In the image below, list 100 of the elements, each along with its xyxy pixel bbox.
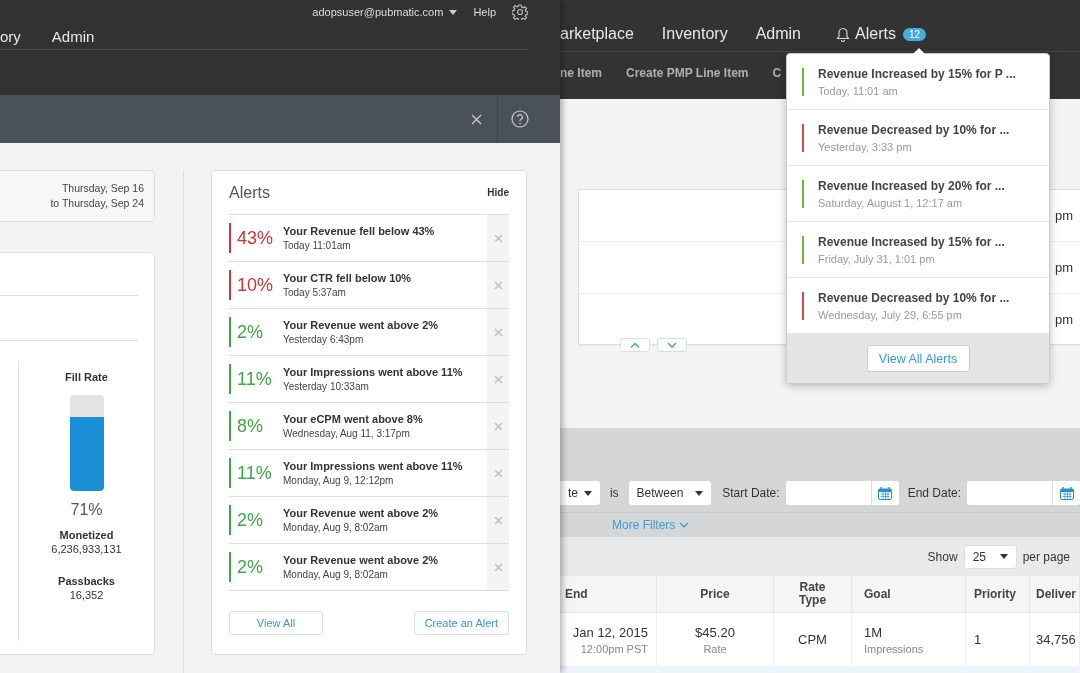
nav-item[interactable]: Inventory [661,25,728,43]
dismiss-button[interactable] [487,497,509,543]
bell-icon [836,26,850,42]
alert-title: Your eCPM went above 8% [283,413,424,425]
alert-percent: 2% [237,556,264,578]
alert-time: Yesterday 10:33am [283,381,370,392]
stat-value: 16,352 [69,589,104,601]
column-header: Price [657,576,774,613]
alert-item[interactable]: Revenue Decreased by 10% for ... Yesterday, 3:33 pm [787,110,1049,166]
calendar-icon [1059,486,1074,500]
nav-item[interactable]: Admin [51,28,95,45]
page-size-select[interactable]: 25 [963,544,1017,569]
nav-item[interactable]: Admin [755,25,801,43]
alert-time: Monday, Aug 9, 8:02am [283,569,389,580]
alert-item[interactable]: Revenue Increased by 20% for ... Saturday, August 1, 12:17 am [787,166,1049,222]
nav-item[interactable]: arketplace [560,25,634,43]
filter-label: Start Date: [722,486,780,500]
dismiss-button[interactable] [487,309,509,355]
alert-percent: 11% [237,462,273,484]
settings-icon[interactable] [512,4,528,20]
dismiss-button[interactable] [487,544,509,590]
card-title: Alerts [229,183,270,202]
dismiss-button[interactable] [487,262,509,308]
alert-item[interactable]: Revenue Increased by 15% for ... Friday, July 31, 1:01 pm [787,222,1049,278]
close-icon [493,468,503,478]
alert-time: Wednesday, July 29, 6:55 pm [818,308,963,321]
close-icon [470,113,482,125]
scroll-up-button[interactable] [620,338,650,352]
help-icon [510,110,529,128]
cell-caption: Impressions [864,642,924,655]
column-header: End [560,576,657,613]
chevron-up-icon [630,342,640,348]
alert-percent: 8% [237,415,264,437]
hide-button[interactable]: Hide [487,187,509,198]
caret-icon [999,554,1008,559]
alert-time: Monday, Aug 9, 12:12pm [283,475,395,486]
calendar-icon [878,486,893,500]
alert-title: Your Revenue went above 2% [283,507,440,519]
alert-time: Yesterday 6:43pm [283,334,365,345]
alert-title: Your Revenue fell below 43% [283,225,436,237]
start-date-field[interactable] [785,481,899,505]
column-header: Goal [852,576,966,613]
stat-label: Monetized [59,529,114,541]
alerts-menu[interactable]: Alerts 12 [836,25,927,43]
operator-select[interactable]: Between [628,481,712,505]
scroll-down-button[interactable] [657,338,687,352]
alert-title: Your Impressions went above 11% [283,366,464,378]
dismiss-button[interactable] [487,356,509,402]
alert-time: Today 5:37am [283,287,347,298]
alert-title: Your Revenue went above 2% [283,554,440,566]
caret-icon [583,490,592,496]
user-menu[interactable]: adopsuser@pubmatic.com [312,6,458,18]
alert-time: Wednesday, Aug 11, 3:17pm [283,428,411,439]
table-cell: Jan 12, 2015 [572,624,648,640]
metric-title: Fill Rate [65,371,108,383]
alert-title: Revenue Increased by 20% for ... [818,178,1005,193]
close-icon [493,327,503,337]
table-cell: 1M [864,624,883,640]
list-time: pm [1054,312,1073,327]
close-icon [493,515,503,525]
column-header: Priority [966,576,1030,613]
subnav-item[interactable]: Create PMP Line Item [626,66,749,80]
dismiss-button[interactable] [487,403,509,449]
column-header: Deliver [1030,576,1080,613]
alert-item[interactable]: Revenue Increased by 15% for P ... Today, 11:01 am [787,54,1049,110]
dismiss-button[interactable] [487,215,509,261]
date-range-end: to Thursday, Sep 24 [50,196,144,211]
alert-time: Today 11:01am [283,240,352,251]
filter-label: End Date: [907,486,961,500]
close-icon [493,562,503,572]
cell-caption: 12:00pm PST [580,642,648,655]
table-cell: 1 [974,632,982,647]
end-date-field[interactable] [967,481,1080,505]
close-icon [493,421,503,431]
filter-label: is [609,486,619,500]
alert-title: Revenue Increased by 15% for ... [818,234,1005,249]
alert-time: Yesterday, 3:33 pm [818,140,913,153]
alert-percent: 11% [237,368,273,390]
table-cell: 34,756 [1036,632,1076,647]
dismiss-button[interactable] [487,450,509,496]
subnav-item[interactable]: C [772,66,782,80]
alert-title: Revenue Decreased by 10% for ... [818,290,1010,305]
help-link[interactable]: Help [473,6,496,18]
field-select[interactable]: te [560,481,600,505]
table-cell: $45.20 [695,624,735,640]
alert-time: Today, 11:01 am [818,84,899,97]
alert-time: Saturday, August 1, 12:17 am [818,196,964,209]
close-icon [493,233,503,243]
date-range-picker[interactable]: Thursday, Sep 16 to Thursday, Sep 24 [0,170,155,222]
subnav-item[interactable]: ne Item [560,66,602,80]
alert-time: Friday, July 31, 1:01 pm [818,252,936,265]
caret-icon [695,490,704,496]
alert-title: Revenue Increased by 15% for P ... [818,66,1016,81]
alert-title: Your CTR fell below 10% [283,272,413,284]
count-badge: 12 [902,27,927,41]
alert-title: Your Impressions went above 11% [283,460,464,472]
list-time: pm [1054,260,1073,275]
column-header: Rate Type [774,576,852,613]
nav-item[interactable]: ory [0,28,21,45]
chevron-down-icon [667,342,677,348]
